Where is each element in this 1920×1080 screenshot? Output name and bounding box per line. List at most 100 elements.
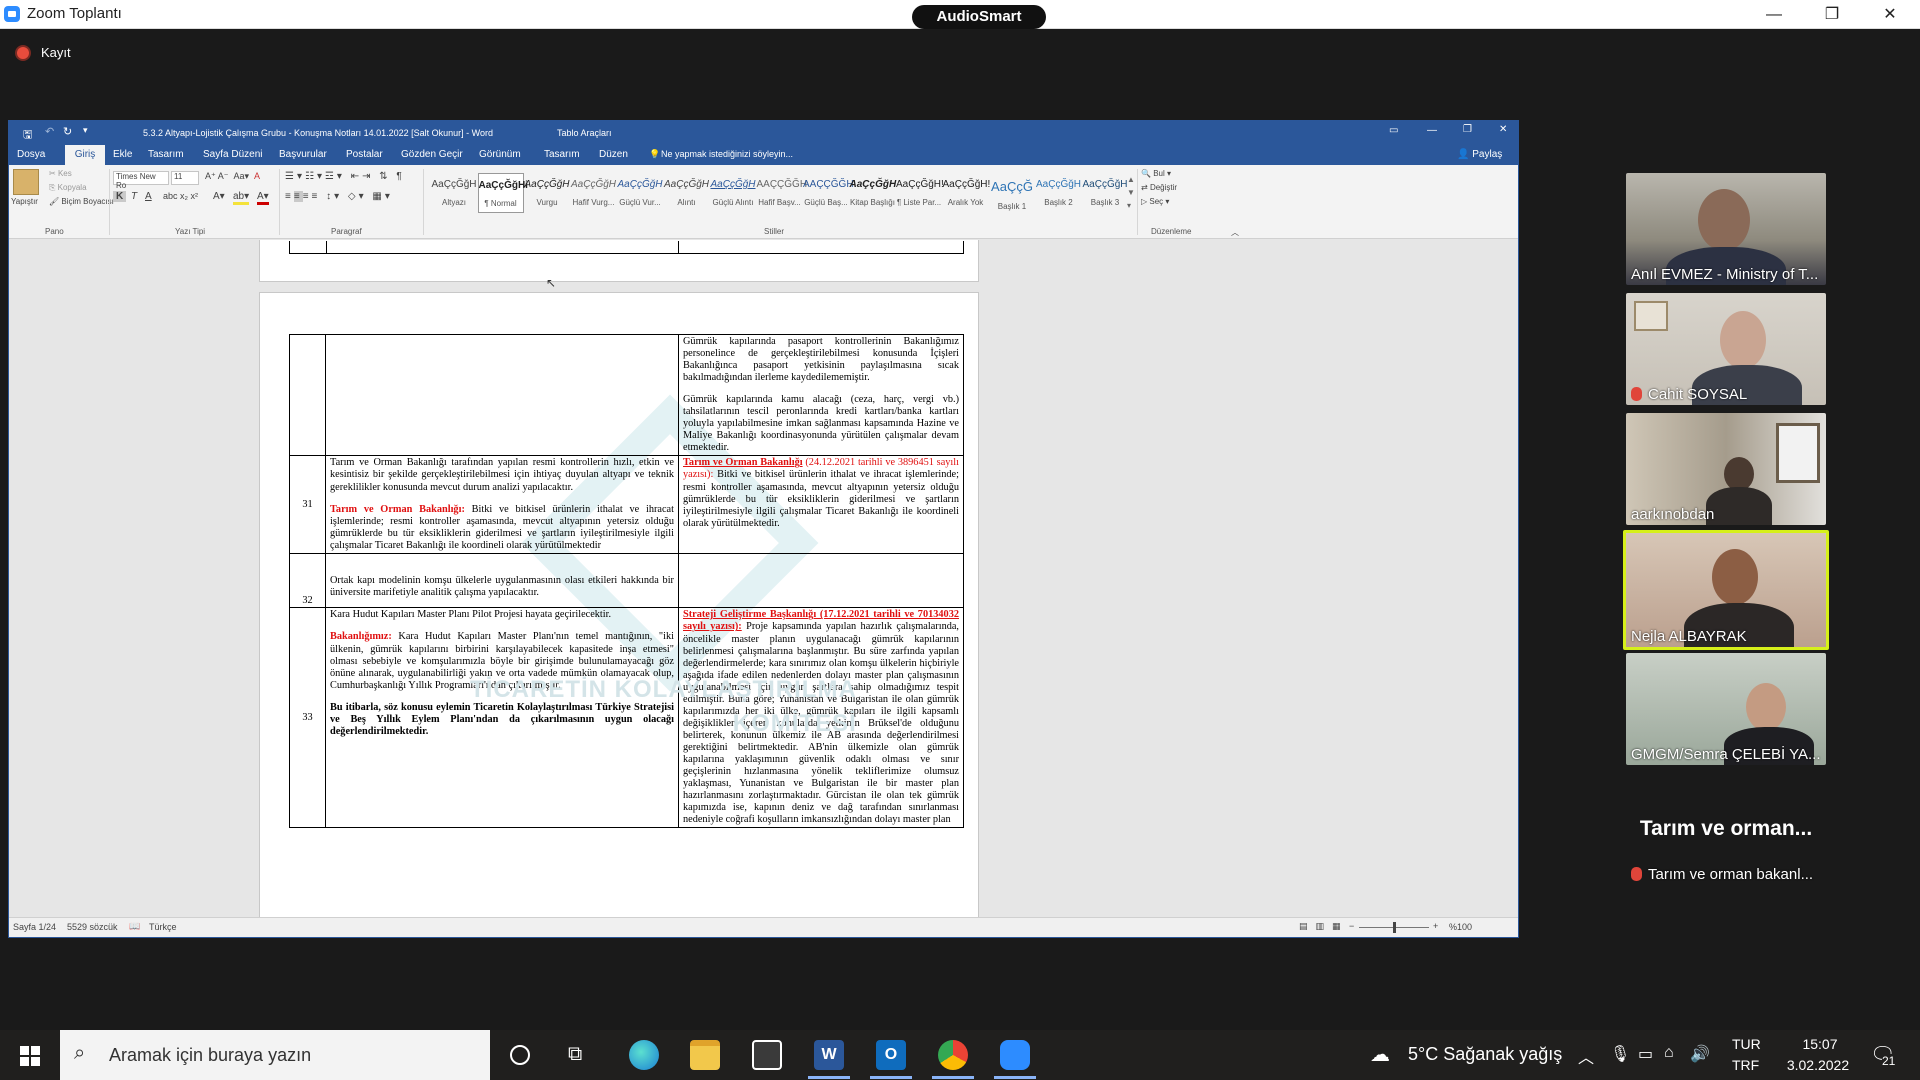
tab-postalar[interactable]: Postalar — [346, 149, 383, 160]
tab-tablo-tasarim[interactable]: Tasarım — [544, 149, 580, 160]
word-count[interactable]: 5529 sözcük — [67, 922, 118, 932]
list-buttons[interactable]: ☰▾☷▾☲▾ ⇤⇥ ⇅ ¶ — [285, 171, 405, 182]
align-buttons[interactable]: ≡≡≡≡ ↕▾ ◇▾ ▦▾ — [285, 191, 393, 202]
tab-giris[interactable]: Giriş — [65, 145, 105, 165]
style-option[interactable]: AaÇçĞğH Başlık 3 — [1082, 173, 1128, 213]
tab-basvurular[interactable]: Başvurular — [279, 149, 327, 160]
document-area[interactable]: ↖ Gümrük kapılarında pasaport kontroller… — [9, 240, 1518, 917]
style-option[interactable]: AAÇÇĞĞH Güçlü Baş... — [803, 173, 854, 213]
proofing-icon[interactable]: 📖 — [129, 921, 140, 932]
input-language[interactable]: TUR — [1732, 1036, 1761, 1052]
input-method[interactable]: TRF — [1732, 1057, 1759, 1073]
word-icon[interactable]: W — [814, 1040, 844, 1070]
word-minimize-icon[interactable]: — — [1427, 125, 1437, 136]
save-icon[interactable]: 🖫 — [23, 126, 32, 145]
participant-tile[interactable]: aarkınobdan — [1626, 413, 1826, 525]
cut-button[interactable]: ✂ Kes — [49, 169, 72, 178]
tray-chevron-icon[interactable]: ︿ — [1578, 1044, 1594, 1068]
cortana-icon[interactable] — [510, 1045, 530, 1065]
style-option[interactable]: AAÇÇĞĞH Hafif Başv... — [757, 173, 808, 213]
style-option[interactable]: AaÇçĞğH! ¶ Liste Par... — [896, 173, 944, 213]
style-option[interactable]: AaÇçĞğH Altyazı — [431, 173, 477, 213]
styles-scroll-icon[interactable]: ▲ ▼ ▾ — [1127, 173, 1135, 212]
language-label[interactable]: Türkçe — [149, 922, 177, 932]
microphone-icon[interactable]: 🎙 — [1610, 1044, 1630, 1064]
zoom-out-icon[interactable]: − — [1349, 921, 1354, 931]
clock-date[interactable]: 3.02.2022 — [1776, 1057, 1860, 1073]
weather-text[interactable]: 5°C Sağanak yağış — [1408, 1044, 1562, 1065]
tab-sayfa-duzeni[interactable]: Sayfa Düzeni — [203, 149, 262, 160]
zoom-taskbar-icon[interactable] — [1000, 1040, 1030, 1070]
windows-start-icon[interactable] — [20, 1046, 40, 1066]
font-name-select[interactable]: Times New Ro — [113, 171, 169, 190]
page-count[interactable]: Sayfa 1/24 — [13, 922, 56, 932]
style-option[interactable]: AaÇçĞğHi ¶ Normal — [477, 173, 528, 213]
style-option[interactable]: AaÇçĞğH Hafif Vurg... — [571, 173, 617, 213]
weather-icon[interactable]: ☁ — [1370, 1042, 1390, 1067]
tab-gorunum[interactable]: Görünüm — [479, 149, 521, 160]
volume-icon[interactable]: 🔊 — [1690, 1044, 1710, 1064]
participant-tile-active-speaker[interactable]: Nejla ALBAYRAK — [1623, 530, 1829, 650]
find-button[interactable]: 🔍 Bul ▾ — [1141, 169, 1171, 178]
paste-icon[interactable] — [13, 169, 39, 195]
zoom-in-icon[interactable]: + — [1433, 921, 1438, 931]
network-icon[interactable]: ⌂ — [1664, 1044, 1674, 1062]
tab-gozden-gecir[interactable]: Gözden Geçir — [401, 149, 463, 160]
italic-button[interactable]: T — [131, 191, 137, 202]
style-option[interactable]: AaÇçĞğH! Aralık Yok — [943, 173, 991, 213]
recording-icon[interactable] — [17, 47, 29, 59]
select-button[interactable]: ▷ Seç ▾ — [1141, 197, 1169, 206]
style-option[interactable]: AaÇçĞ Başlık 1 — [989, 173, 1035, 213]
battery-icon[interactable]: ▭ — [1638, 1044, 1653, 1064]
style-option[interactable]: AaÇçĞğH Vurgu — [524, 173, 570, 213]
tell-me-box[interactable]: Ne yapmak istediğinizi söyleyin... — [661, 149, 793, 159]
participant-tile[interactable]: GMGM/Semra ÇELEBİ YA... — [1626, 653, 1826, 765]
outlook-icon[interactable]: O — [876, 1040, 906, 1070]
zoom-slider-thumb[interactable] — [1393, 922, 1396, 933]
undo-icon[interactable]: ↶ — [45, 125, 54, 138]
paste-label[interactable]: Yapıştır — [11, 197, 38, 206]
font-size-select[interactable]: 11 — [171, 171, 199, 185]
minimize-button[interactable]: — — [1745, 0, 1803, 29]
copy-button[interactable]: ⎘ Kopyala — [49, 183, 87, 193]
style-option[interactable]: AaÇçĞğH Alıntı — [664, 173, 710, 213]
audiosmart-badge[interactable]: AudioSmart — [912, 5, 1046, 29]
tab-tasarim[interactable]: Tasarım — [148, 149, 184, 160]
style-option[interactable]: AaÇçĞğH Kitap Başlığı — [850, 173, 897, 213]
tab-duzen[interactable]: Düzen — [599, 149, 628, 160]
underline-button[interactable]: A — [145, 191, 152, 202]
highlight-icon[interactable]: ab▾ — [233, 191, 250, 205]
store-icon[interactable] — [752, 1040, 782, 1070]
edge-icon[interactable] — [629, 1040, 659, 1070]
text-effects-icon[interactable]: A▾ — [213, 191, 225, 202]
font-effects-icons[interactable]: abc x₂ x² — [163, 191, 198, 201]
style-option[interactable]: AaÇçĞğH Güçlü Alıntı — [710, 173, 756, 213]
share-button[interactable]: 👤 Paylaş — [1457, 149, 1502, 160]
zoom-level[interactable]: %100 — [1449, 922, 1472, 932]
participant-tile[interactable]: Anıl EVMEZ - Ministry of T... — [1626, 173, 1826, 285]
view-buttons[interactable]: ▤▥▦ — [1299, 921, 1349, 932]
tab-ekle[interactable]: Ekle — [113, 149, 132, 160]
style-option[interactable]: AaÇçĞğH Başlık 2 — [1036, 173, 1082, 213]
font-grow-shrink-icons[interactable]: A⁺ A⁻ Aa▾ A — [205, 171, 260, 182]
taskbar-search-box[interactable]: ⌕ Aramak için buraya yazın — [60, 1030, 490, 1080]
replace-button[interactable]: ⇄ Değiştir — [1141, 183, 1177, 192]
bold-button[interactable]: K — [113, 191, 127, 202]
file-explorer-icon[interactable] — [690, 1040, 720, 1070]
font-color-icon[interactable]: A▾ — [257, 191, 269, 205]
word-close-icon[interactable]: ✕ — [1499, 124, 1507, 135]
redo-icon[interactable]: ↻ — [63, 125, 72, 138]
word-restore-icon[interactable]: ❐ — [1463, 124, 1472, 135]
clock-time[interactable]: 15:07 — [1790, 1036, 1850, 1052]
recording-label[interactable]: Kayıt — [41, 45, 71, 60]
format-painter-button[interactable]: 🖌 Biçim Boyacısı — [49, 197, 114, 206]
ribbon-options-icon[interactable]: ▭ — [1389, 125, 1398, 136]
chrome-icon[interactable] — [938, 1040, 968, 1070]
task-view-icon[interactable]: ⧉ — [568, 1043, 582, 1066]
restore-button[interactable]: ❐ — [1803, 0, 1861, 29]
quick-access-icon[interactable]: ▾ — [83, 125, 88, 136]
collapse-ribbon-icon[interactable]: ︿ — [1231, 227, 1239, 238]
participant-tile[interactable]: Tarım ve orman... Tarım ve orman bakanl.… — [1626, 773, 1826, 885]
style-option[interactable]: AaÇçĞğH Güçlü Vur... — [617, 173, 663, 213]
tab-dosya[interactable]: Dosya — [17, 149, 45, 160]
